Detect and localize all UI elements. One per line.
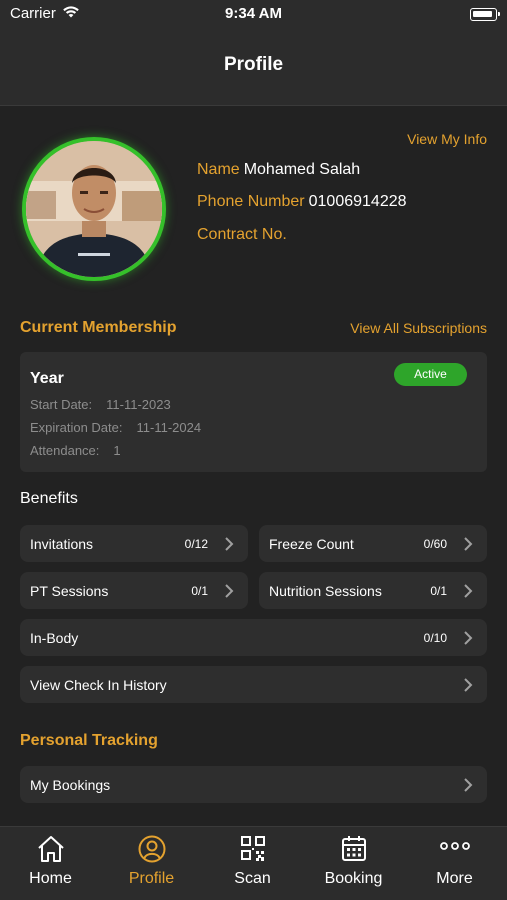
more-dots-icon	[440, 834, 470, 864]
start-date-label: Start Date:	[30, 397, 93, 412]
benefit-label: In-Body	[30, 630, 79, 646]
chevron-right-icon	[461, 536, 475, 552]
name-value: Mohamed Salah	[243, 161, 361, 178]
row-label: View Check In History	[30, 677, 167, 693]
status-bar: Carrier 9:34 AM	[0, 0, 507, 30]
benefit-invitations[interactable]: Invitations 0/12	[20, 525, 248, 562]
benefit-count: 0/12	[184, 537, 208, 551]
tab-label: More	[436, 870, 473, 887]
home-icon	[36, 834, 66, 864]
attendance-row: Attendance: 1	[30, 443, 121, 458]
benefit-count: 0/60	[423, 537, 447, 551]
expiration-date-value: 11-11-2024	[136, 420, 202, 435]
navigation-bar: Profile	[0, 30, 507, 106]
row-label: My Bookings	[30, 777, 111, 793]
benefit-nutrition-sessions[interactable]: Nutrition Sessions 0/1	[259, 572, 487, 609]
view-my-info-link[interactable]: View My Info	[407, 131, 487, 147]
chevron-right-icon	[461, 583, 475, 599]
chevron-right-icon	[461, 777, 475, 793]
phone-row: Phone Number 01006914228	[197, 193, 407, 211]
name-label: Name	[197, 161, 240, 178]
tab-label: Home	[29, 870, 72, 887]
expiration-date-row: Expiration Date: 11-11-2024	[30, 420, 201, 435]
status-badge: Active	[394, 363, 467, 386]
chevron-right-icon	[222, 583, 236, 599]
phone-label: Phone Number	[197, 193, 305, 210]
tab-profile[interactable]: Profile	[101, 827, 202, 900]
clock: 9:34 AM	[225, 5, 282, 22]
plan-name: Year	[30, 370, 64, 387]
current-membership-title: Current Membership	[20, 319, 177, 336]
tab-bar: Home Profile Scan Booking More	[0, 826, 507, 900]
benefit-label: Freeze Count	[269, 536, 354, 552]
tab-label: Profile	[128, 870, 175, 887]
benefit-freeze-count[interactable]: Freeze Count 0/60	[259, 525, 487, 562]
personal-tracking-title: Personal Tracking	[20, 732, 158, 749]
user-circle-icon	[137, 834, 167, 864]
benefit-label: PT Sessions	[30, 583, 109, 599]
benefit-count: 0/10	[423, 631, 447, 645]
chevron-right-icon	[461, 630, 475, 646]
view-all-subscriptions-link[interactable]: View All Subscriptions	[350, 320, 487, 336]
tab-home[interactable]: Home	[0, 827, 101, 900]
benefit-count: 0/1	[430, 584, 447, 598]
contract-label: Contract No.	[197, 226, 287, 243]
tab-label: Booking	[324, 870, 383, 887]
avatar	[22, 137, 166, 281]
phone-value: 01006914228	[308, 193, 407, 210]
tab-scan[interactable]: Scan	[202, 827, 303, 900]
benefit-in-body[interactable]: In-Body 0/10	[20, 619, 487, 656]
page-title: Profile	[223, 54, 284, 75]
view-check-in-history-row[interactable]: View Check In History	[20, 666, 487, 703]
attendance-label: Attendance:	[30, 443, 100, 458]
tab-booking[interactable]: Booking	[303, 827, 404, 900]
benefits-title: Benefits	[20, 490, 78, 507]
expiration-date-label: Expiration Date:	[30, 420, 123, 435]
membership-card[interactable]: Year Active Start Date: 11-11-2023 Expira…	[20, 352, 487, 472]
my-bookings-row[interactable]: My Bookings	[20, 766, 487, 803]
benefit-count: 0/1	[191, 584, 208, 598]
calendar-icon	[339, 834, 369, 864]
tab-label: Scan	[234, 870, 271, 887]
attendance-value: 1	[113, 443, 121, 458]
tab-more[interactable]: More	[404, 827, 505, 900]
name-row: Name Mohamed Salah	[197, 161, 360, 179]
benefit-label: Invitations	[30, 536, 94, 552]
chevron-right-icon	[222, 536, 236, 552]
benefit-label: Nutrition Sessions	[269, 583, 382, 599]
chevron-right-icon	[461, 677, 475, 693]
benefit-pt-sessions[interactable]: PT Sessions 0/1	[20, 572, 248, 609]
battery-icon	[470, 8, 500, 21]
contract-row: Contract No.	[197, 226, 291, 244]
qr-code-icon	[238, 834, 268, 864]
start-date-row: Start Date: 11-11-2023	[30, 397, 171, 412]
start-date-value: 11-11-2023	[106, 397, 171, 412]
